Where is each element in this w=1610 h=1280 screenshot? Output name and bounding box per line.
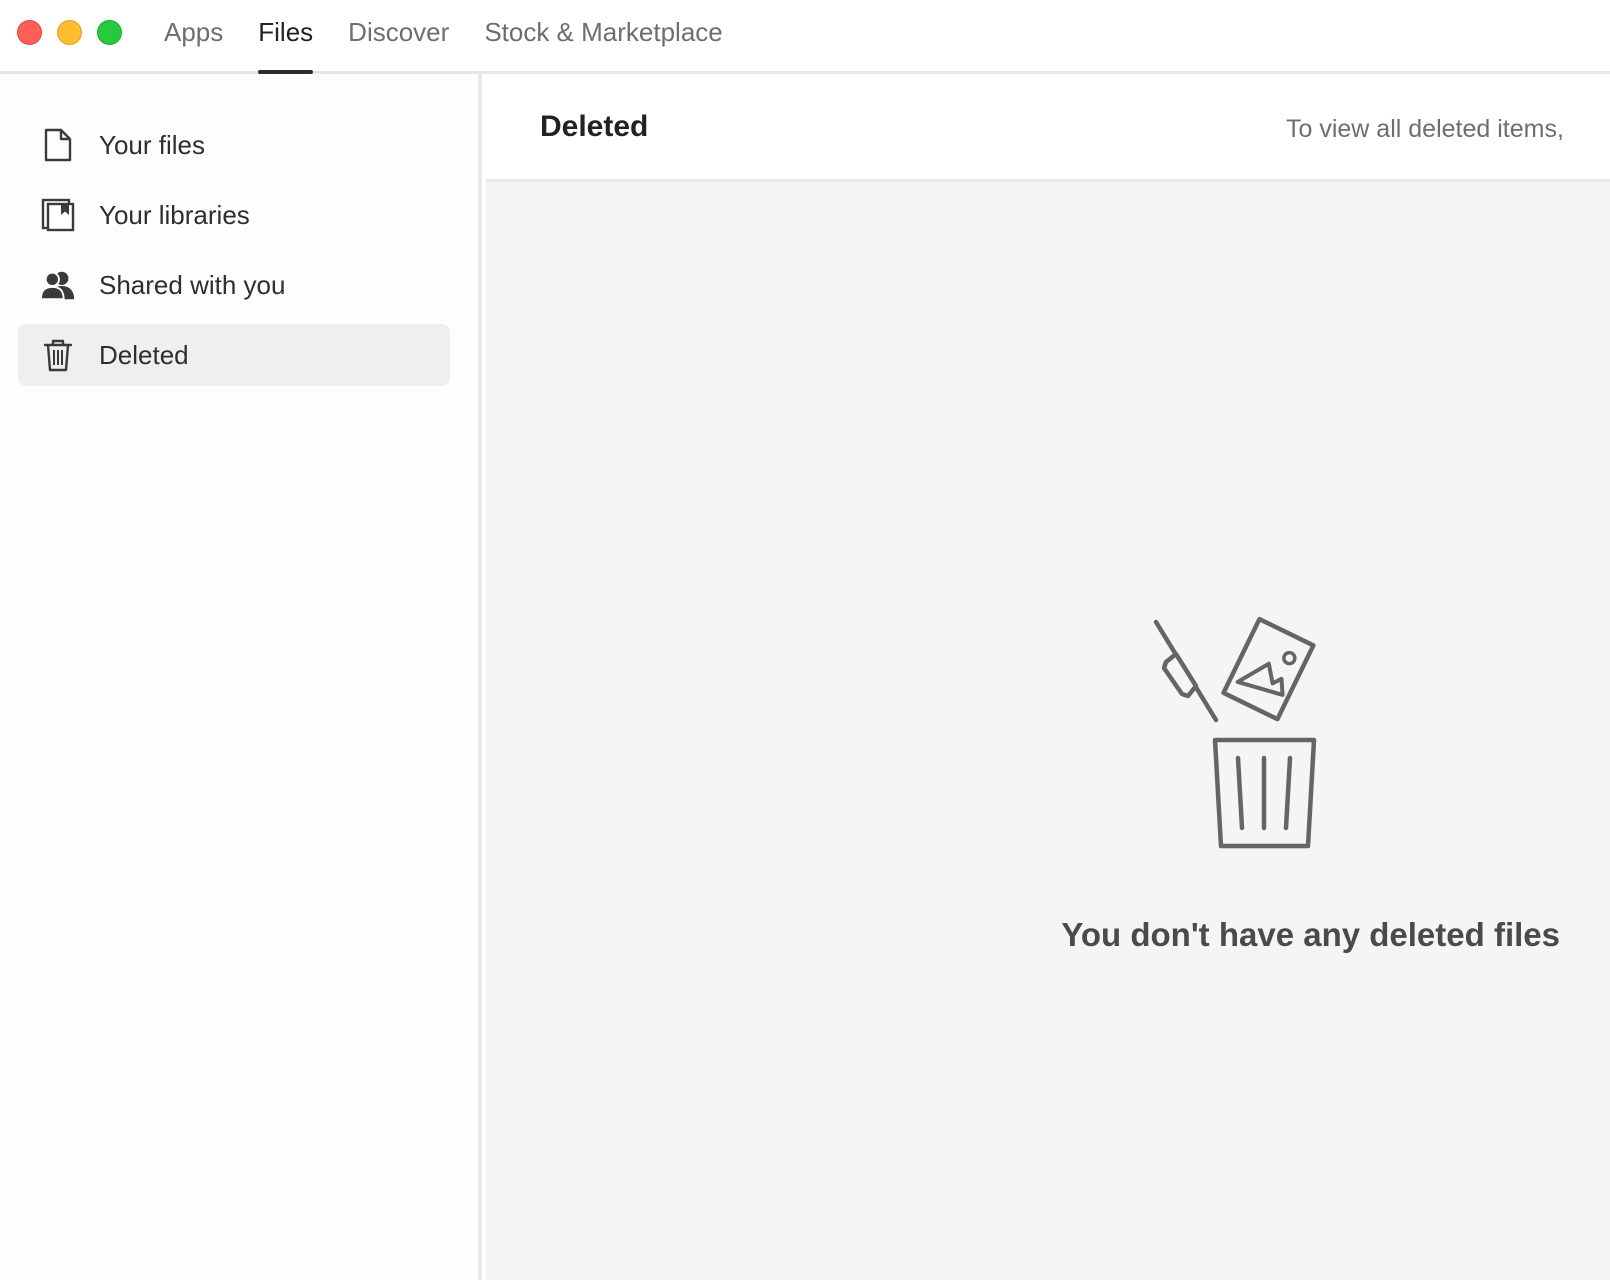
sidebar-nav: Your files Your libraries Shared with yo…: [18, 114, 450, 394]
title-bar: Apps Files Discover Stock & Marketplace: [0, 0, 1610, 74]
libraries-icon: [40, 197, 76, 233]
file-icon: [40, 127, 76, 163]
sidebar-item-label: Your files: [99, 129, 205, 160]
close-window-button[interactable]: [17, 20, 42, 45]
tab-discover[interactable]: Discover: [348, 0, 449, 74]
minimize-window-button[interactable]: [57, 20, 82, 45]
page-title: Deleted: [540, 110, 649, 143]
window-controls: [17, 20, 122, 45]
empty-state-text: You don't have any deleted files: [1061, 916, 1560, 953]
trash-icon: [40, 337, 76, 373]
sidebar-item-label: Your libraries: [99, 199, 250, 230]
content-header: Deleted To view all deleted items,: [486, 74, 1610, 182]
tab-stock-marketplace[interactable]: Stock & Marketplace: [484, 0, 722, 74]
tab-files[interactable]: Files: [258, 0, 313, 74]
tab-apps[interactable]: Apps: [164, 0, 223, 74]
sidebar-item-label: Deleted: [99, 339, 189, 370]
sidebar-item-label: Shared with you: [99, 269, 286, 300]
sidebar-item-shared-with-you[interactable]: Shared with you: [18, 254, 450, 316]
maximize-window-button[interactable]: [97, 20, 122, 45]
empty-state-message: You don't have any deleted files: [886, 916, 1610, 954]
top-tabs: Apps Files Discover Stock & Marketplace: [164, 0, 758, 74]
main-content: Deleted To view all deleted items, You d…: [486, 74, 1610, 1280]
people-icon: [40, 267, 76, 303]
sidebar: Your files Your libraries Shared with yo…: [0, 74, 482, 1280]
app-window: Apps Files Discover Stock & Marketplace …: [0, 0, 1610, 1280]
empty-trash-illustration: [1150, 614, 1320, 859]
sidebar-item-deleted[interactable]: Deleted: [18, 324, 450, 386]
deleted-items-hint: To view all deleted items,: [1286, 115, 1564, 143]
sidebar-item-your-files[interactable]: Your files: [18, 114, 450, 176]
sidebar-item-your-libraries[interactable]: Your libraries: [18, 184, 450, 246]
